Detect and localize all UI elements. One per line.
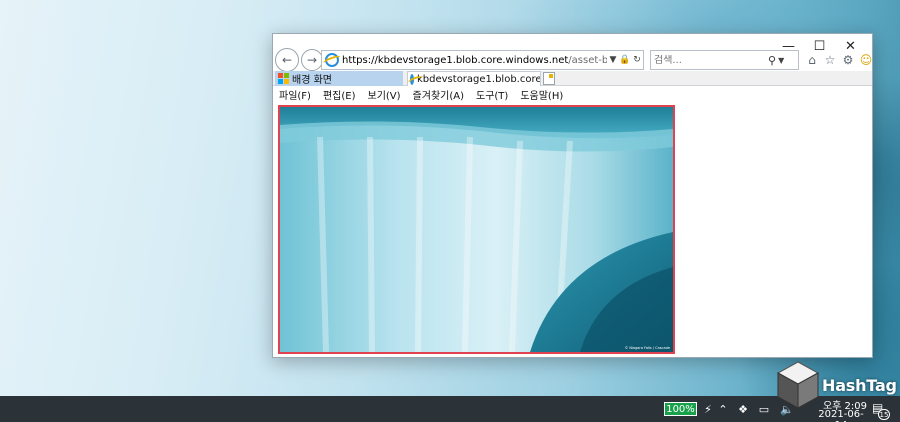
arrow-left-icon: ← bbox=[281, 53, 293, 67]
favorites-star-icon[interactable]: ☆ bbox=[823, 52, 837, 68]
menu-bar: 파일(F) 편집(E) 보기(V) 즐겨찾기(A) 도구(T) 도움말(H) bbox=[273, 86, 872, 103]
windows-logo-icon bbox=[278, 73, 289, 84]
page-content: © Niagara Falls / Cascade bbox=[273, 103, 872, 357]
search-dropdown-icon[interactable]: ▼ bbox=[778, 56, 784, 65]
refresh-icon[interactable]: ↻ bbox=[631, 55, 643, 65]
notification-count: 15 bbox=[878, 409, 890, 420]
toolbar-icons: ⌂ ☆ ⚙ ☺ bbox=[805, 52, 873, 68]
battery-icon[interactable]: ▭ bbox=[757, 401, 771, 417]
menu-item-view[interactable]: 보기(V) bbox=[368, 87, 401, 102]
search-input[interactable] bbox=[654, 54, 764, 66]
menu-item-edit[interactable]: 편집(E) bbox=[323, 87, 356, 102]
dropdown-arrow-icon[interactable]: ▼ bbox=[607, 55, 619, 65]
menu-item-tools[interactable]: 도구(T) bbox=[476, 87, 508, 102]
url-domain: https://kbdevstorage1.blob.core.windows.… bbox=[342, 54, 569, 66]
chevron-up-icon[interactable]: ⌃ bbox=[716, 401, 730, 417]
watermark-text: HashTag bbox=[822, 376, 897, 395]
hashtag-cube-logo bbox=[776, 361, 820, 409]
menu-item-favorites[interactable]: 즐겨찾기(A) bbox=[413, 87, 464, 102]
waterfall-image: © Niagara Falls / Cascade bbox=[278, 105, 675, 354]
feedback-smiley-icon[interactable]: ☺ bbox=[859, 52, 873, 68]
address-url[interactable]: https://kbdevstorage1.blob.core.windows.… bbox=[342, 55, 607, 66]
power-plug-icon[interactable]: ⚡ bbox=[701, 401, 715, 417]
photo-credit: © Niagara Falls / Cascade bbox=[625, 346, 670, 350]
title-row: — ☐ ✕ ← → https://kbdevstorage1.blob.cor… bbox=[273, 34, 873, 72]
tab-blob-storage[interactable]: kbdevstorage1.blob.core.wi... ✕ bbox=[407, 71, 541, 86]
internet-explorer-window[interactable]: — ☐ ✕ ← → https://kbdevstorage1.blob.cor… bbox=[272, 33, 873, 358]
ie-logo-icon bbox=[410, 73, 414, 85]
forward-button[interactable]: → bbox=[301, 49, 323, 71]
dropbox-icon[interactable]: ❖ bbox=[736, 401, 750, 417]
battery-percentage[interactable]: 100% bbox=[664, 402, 697, 416]
ie-logo-icon bbox=[325, 53, 339, 67]
arrow-right-icon: → bbox=[306, 53, 318, 67]
address-bar[interactable]: https://kbdevstorage1.blob.core.windows.… bbox=[321, 50, 644, 70]
back-button[interactable]: ← bbox=[275, 48, 299, 72]
tab-wallpaper[interactable]: 배경 화면 bbox=[275, 71, 403, 86]
tab-label: kbdevstorage1.blob.core.wi... bbox=[417, 73, 541, 85]
menu-item-help[interactable]: 도움말(H) bbox=[520, 87, 563, 102]
url-path: /asset-blobs/19383_en_1 bbox=[568, 54, 607, 66]
clock-date[interactable]: 2021-06-14 bbox=[812, 409, 870, 422]
new-tab-button[interactable] bbox=[543, 72, 555, 85]
search-box[interactable]: ⚲ ▼ bbox=[650, 50, 799, 70]
tab-label: 배경 화면 bbox=[292, 75, 332, 86]
tab-row: 배경 화면 kbdevstorage1.blob.core.wi... ✕ bbox=[273, 71, 872, 86]
waterfall-illustration: © Niagara Falls / Cascade bbox=[280, 107, 673, 352]
lock-icon[interactable]: 🔒 bbox=[619, 55, 631, 65]
home-icon[interactable]: ⌂ bbox=[805, 52, 819, 68]
menu-item-file[interactable]: 파일(F) bbox=[279, 87, 311, 102]
hashtag-watermark: HashTag bbox=[776, 360, 900, 410]
search-icon[interactable]: ⚲ bbox=[768, 54, 776, 67]
gear-icon[interactable]: ⚙ bbox=[841, 52, 855, 68]
